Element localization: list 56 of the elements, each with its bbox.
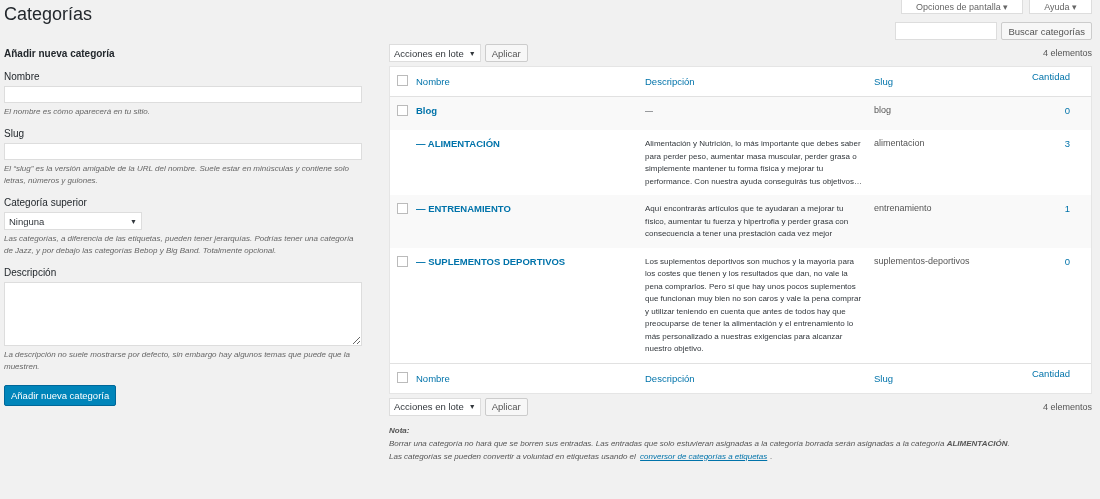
- count-link[interactable]: 0: [1064, 105, 1070, 116]
- description-cell-text: —: [645, 105, 654, 117]
- count-link[interactable]: 3: [1064, 138, 1070, 149]
- apply-button[interactable]: Aplicar: [484, 44, 528, 62]
- count-link[interactable]: 1: [1064, 203, 1070, 214]
- row-checkbox[interactable]: [397, 255, 408, 267]
- note-text: Las categorías se pueden convertir a voluntad en etiquetas usando el: [389, 451, 636, 461]
- description-cell-text: Aquí encontrarás artículos que te ayudaran a mejorar tu físico, aumentar tu fuerza y hipertrofia y perder grasa con consecuencia a tener una prestación cada vez mejor: [645, 203, 850, 240]
- count-link[interactable]: 0: [1064, 255, 1070, 267]
- note-title: Nota:: [389, 425, 411, 435]
- row-checkbox[interactable]: [397, 105, 408, 116]
- name-input[interactable]: [4, 86, 362, 103]
- description-textarea[interactable]: [4, 282, 362, 346]
- slug-cell: blog: [874, 105, 891, 115]
- slug-cell: suplementos-deportivos: [874, 255, 970, 266]
- field-hint: Las categorías, a diferencia de las etiquetas, pueden tener jerarquías. Podrías tener una categoría de Jazz, y por debajo las categorías Bebop y Big Band. Totalmente opcional.: [4, 233, 355, 257]
- page-title: Categorías: [3, 3, 93, 25]
- search-button[interactable]: Buscar categorías: [1001, 22, 1092, 40]
- item-count: 4 elementos: [1042, 48, 1092, 58]
- column-header[interactable]: Cantidad: [1031, 71, 1070, 82]
- note-text: Borrar una categoría no hará que se borren sus entradas. Las entradas que solo estuvieran asignadas a la categoría borrada serán asignadas a la categoría ALIMENTACIÓN.: [389, 438, 1011, 448]
- slug-input[interactable]: [4, 143, 362, 160]
- category-name-link[interactable]: — ALIMENTACIÓN: [416, 138, 500, 149]
- field-hint: El nombre es cómo aparecerá en tu sitio.: [4, 106, 151, 118]
- select-all-checkbox[interactable]: [397, 75, 408, 86]
- category-name-link[interactable]: — SUPLEMENTOS DEPORTIVOS: [416, 255, 566, 267]
- field-label: Slug: [4, 128, 25, 139]
- form-heading: Añadir nueva categoría: [4, 48, 116, 59]
- column-header[interactable]: Slug: [874, 372, 893, 384]
- column-header[interactable]: Descripción: [645, 76, 695, 87]
- search-input[interactable]: [895, 22, 998, 40]
- category-name-link[interactable]: Blog: [416, 105, 438, 116]
- select-all-checkbox[interactable]: [397, 371, 408, 383]
- row-checkbox[interactable]: [397, 203, 408, 214]
- field-label: Categoría superior: [4, 197, 88, 208]
- slug-cell: entrenamiento: [874, 203, 932, 213]
- column-header[interactable]: Slug: [874, 76, 893, 87]
- field-label: Descripción: [4, 267, 58, 278]
- column-header[interactable]: Nombre: [416, 76, 450, 87]
- screen-options-button[interactable]: Opciones de pantalla ▾: [901, 0, 1024, 14]
- screen-options-button[interactable]: Ayuda ▾: [1029, 0, 1092, 14]
- description-cell-text: Los suplementos deportivos son muchos y la mayoría para los costes que tienen y los resultados que dan, no vale la pena comprarlos. Pero sí que hay unos pocos suplementos que funcionan muy bien no son caros y vale la pena comprar y utilizar teniendo en cuenta que antes de todos hay que preocuparse de tener la alimentación y el entrenamiento lo más personalizado a nuestras exigencias para alcanzar nuestro objetivo.: [645, 255, 863, 355]
- converter-link[interactable]: conversor de categorías a etiquetas: [640, 451, 768, 461]
- slug-cell: alimentacion: [874, 138, 925, 148]
- apply-button[interactable]: Aplicar: [484, 397, 528, 416]
- category-name-link[interactable]: — ENTRENAMIENTO: [416, 203, 511, 214]
- field-hint: El “slug” es la versión amigable de la URL del nombre. Suele estar en minúsculas y contiene solo letras, números y guiones.: [4, 163, 350, 187]
- add-category-button[interactable]: Añadir nueva categoría: [4, 385, 117, 406]
- column-header[interactable]: Descripción: [645, 372, 695, 384]
- field-hint: La descripción no suele mostrarse por defecto, sin embargo hay algunos temas que puede que la muestren.: [4, 349, 351, 373]
- description-cell-text: Alimentación y Nutrición, lo más importante que debes saber para perder peso, aumentar masa muscular, perder grasa o simplemente mantener tu forma física y mejorar tu performance. Con nuestra ayuda conseguirás tus objetivos…: [645, 138, 863, 188]
- column-header[interactable]: Nombre: [416, 372, 450, 384]
- column-header[interactable]: Cantidad: [1031, 367, 1070, 379]
- period-text: .: [770, 451, 773, 461]
- field-label: Nombre: [4, 71, 41, 82]
- item-count: 4 elementos: [1042, 401, 1092, 412]
